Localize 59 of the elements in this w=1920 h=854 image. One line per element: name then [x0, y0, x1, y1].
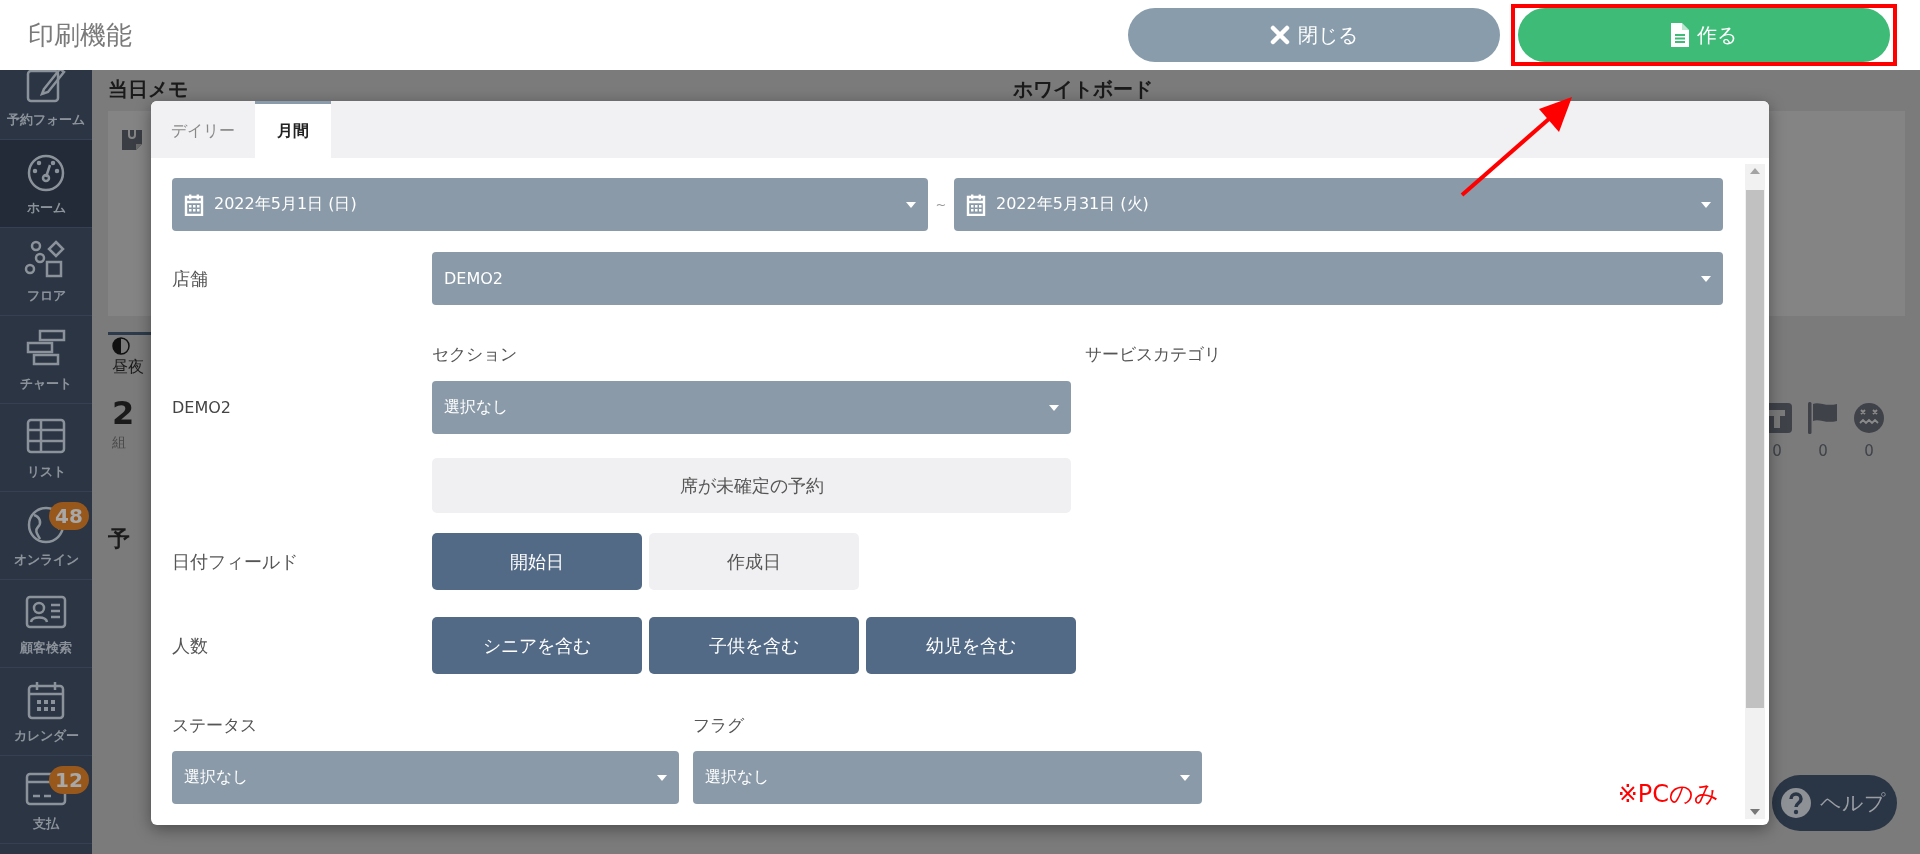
caret-down-icon — [906, 201, 916, 208]
group-count: 2 — [112, 394, 135, 432]
calendar-icon — [966, 193, 986, 216]
toggle-button[interactable]: シニアを含む — [432, 617, 642, 674]
document-icon — [1671, 23, 1689, 47]
range-separator: ~ — [934, 197, 948, 212]
toggle-button[interactable]: 幼児を含む — [866, 617, 1076, 674]
field-label: ステータス — [172, 714, 258, 737]
help-button[interactable]: ヘルプ — [1772, 775, 1897, 831]
page-title: 印刷機能 — [28, 18, 133, 52]
scroll-down-icon — [1750, 809, 1760, 815]
count-badge: 48 — [49, 502, 89, 530]
select-field[interactable]: 選択なし — [172, 751, 679, 804]
sidebar-item[interactable]: ホーム — [0, 140, 92, 228]
tab-label[interactable]: 昼夜 — [112, 357, 144, 378]
tab[interactable]: デイリー — [151, 101, 255, 158]
section-heading: ホワイトボード — [1013, 76, 1154, 102]
scrollbar[interactable] — [1745, 164, 1765, 819]
half-circle-icon — [112, 337, 130, 355]
select-field[interactable]: 2022年5月31日 (火) — [954, 178, 1723, 231]
select-field[interactable]: 2022年5月1日 (日) — [172, 178, 928, 231]
toggle-button[interactable]: 席が未確定の予約 — [432, 458, 1071, 513]
caret-down-icon — [1049, 404, 1059, 411]
stat-count: 0 — [1772, 442, 1782, 460]
select-field[interactable]: DEMO2 — [432, 252, 1723, 305]
field-label: 店舗 — [172, 266, 209, 291]
select-field[interactable]: 選択なし — [693, 751, 1202, 804]
field-label: サービスカテゴリ — [1085, 343, 1222, 366]
sidebar-item[interactable]: オンライン 48 — [0, 492, 92, 580]
field-label: フラグ — [693, 714, 745, 737]
create-button[interactable]: 作る — [1518, 8, 1890, 62]
close-button[interactable]: 閉じる — [1128, 8, 1500, 62]
stat-count: 0 — [1818, 442, 1828, 460]
field-label: 日付フィールド — [172, 549, 299, 574]
caret-down-icon — [1180, 774, 1190, 781]
pencil-icon — [24, 70, 68, 105]
caret-down-icon — [657, 774, 667, 781]
toggle-button[interactable]: 開始日 — [432, 533, 642, 590]
store-name: DEMO2 — [172, 398, 232, 417]
tab[interactable]: 月間 — [255, 101, 331, 158]
field-label: 人数 — [172, 633, 209, 658]
select-field[interactable]: 選択なし — [432, 381, 1071, 434]
calendar-icon — [184, 193, 204, 216]
close-icon — [1270, 25, 1290, 45]
flag-icon — [1807, 402, 1839, 434]
field-label: セクション — [432, 343, 518, 366]
count-badge: 12 — [49, 766, 89, 794]
stat-count: 0 — [1864, 442, 1874, 460]
section-heading: 当日メモ — [108, 76, 189, 102]
section-heading: 予 — [108, 525, 130, 553]
question-icon — [1780, 787, 1812, 819]
toggle-button[interactable]: 子供を含む — [649, 617, 859, 674]
note-text: ※PCのみ — [1617, 779, 1719, 810]
dizzy-face-icon — [1853, 402, 1885, 434]
caret-down-icon — [1701, 201, 1711, 208]
caret-down-icon — [1701, 275, 1711, 282]
sidebar-item[interactable]: 支払 12 — [0, 756, 92, 844]
scroll-up-icon — [1750, 168, 1760, 174]
toggle-button[interactable]: 作成日 — [649, 533, 859, 590]
